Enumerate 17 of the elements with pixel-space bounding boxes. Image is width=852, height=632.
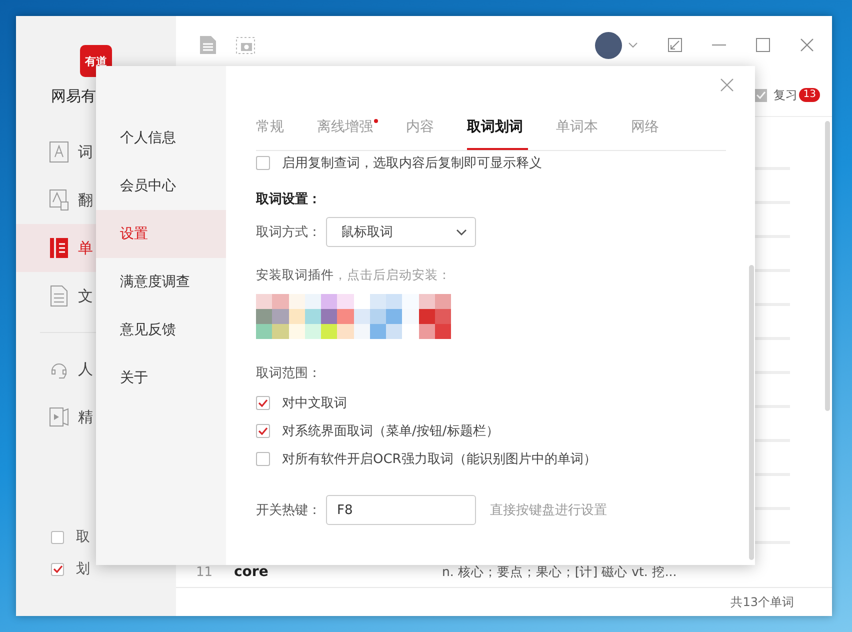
section-title: 取词设置： bbox=[256, 191, 322, 209]
field-label: 取词方式： bbox=[256, 224, 322, 241]
checkbox-label: 启用复制查词，选取内容后复制即可显示释义 bbox=[282, 155, 542, 172]
checkbox-label: 对系统界面取词（菜单/按钮/标题栏） bbox=[282, 423, 499, 440]
app-name: 网易有 bbox=[51, 87, 97, 106]
toggle-label: 划 bbox=[76, 560, 90, 578]
count-badge: 13 bbox=[799, 88, 820, 102]
field-label: 开关热键： bbox=[256, 502, 322, 519]
toggle-label: 取 bbox=[76, 528, 90, 546]
section-title: 取词范围： bbox=[256, 365, 322, 383]
definition-text: n. 核心；要点；果心；[计] 磁心 vt. 挖... bbox=[442, 564, 677, 580]
checkbox-label: 对所有软件开启OCR强力取词（能识别图片中的单词） bbox=[282, 451, 596, 468]
word-count: 共13个单词 bbox=[730, 594, 795, 610]
hint-text: 直接按键盘进行设置 bbox=[490, 502, 607, 519]
plugin-label: 安装取词插件 bbox=[256, 267, 334, 282]
row-number: 11 bbox=[196, 564, 214, 580]
checkbox-label: 对中文取词 bbox=[282, 395, 347, 412]
